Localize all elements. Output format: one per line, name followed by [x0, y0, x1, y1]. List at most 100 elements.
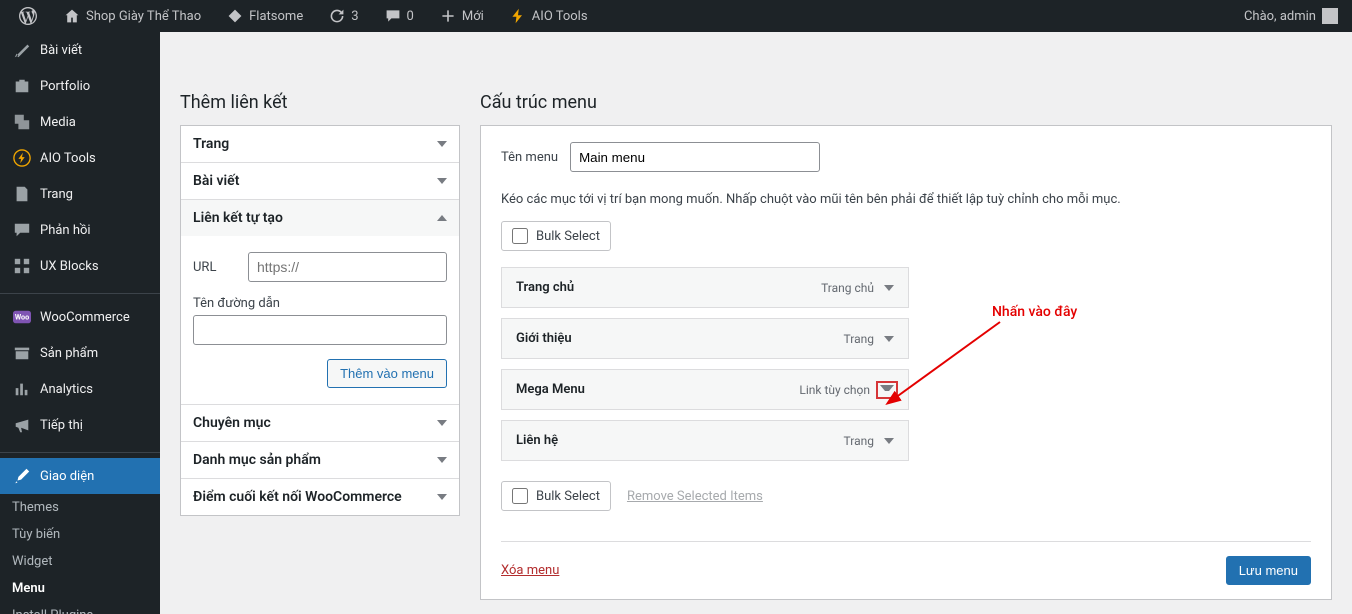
sidebar-separator: [0, 448, 160, 453]
menu-item-type: Trang: [844, 434, 874, 448]
accordion-title: Danh mục sản phẩm: [193, 452, 321, 468]
add-links-heading: Thêm liên kết: [180, 92, 460, 113]
admin-bar: Shop Giày Thể Thao Flatsome 3 0 Mới: [0, 0, 1352, 32]
menu-item[interactable]: Trang chủ Trang chủ: [501, 267, 909, 308]
chevron-down-icon: [437, 420, 447, 426]
sidebar-item-pages[interactable]: Trang: [0, 176, 160, 212]
megaphone-icon: [12, 415, 32, 435]
chevron-down-icon[interactable]: [884, 336, 894, 342]
flatsome-label: Flatsome: [249, 9, 303, 24]
sidebar-item-analytics[interactable]: Analytics: [0, 371, 160, 407]
site-name[interactable]: Shop Giày Thể Thao: [54, 0, 209, 32]
sidebar-item-comments[interactable]: Phản hồi: [0, 212, 160, 248]
comments-count: 0: [407, 9, 414, 24]
content-area: Thêm liên kết Trang Bài viết Li: [160, 32, 1352, 614]
add-to-menu-button[interactable]: Thêm vào menu: [327, 359, 447, 388]
url-input[interactable]: [248, 252, 447, 282]
chevron-down-icon: [437, 494, 447, 500]
menu-item-title: Liên hệ: [516, 433, 558, 448]
sidebar-item-uxblocks[interactable]: UX Blocks: [0, 248, 160, 284]
chevron-down-icon: [437, 141, 447, 147]
menu-structure-heading: Cấu trúc menu: [480, 92, 1332, 113]
aio-label: AIO Tools: [532, 9, 588, 24]
chevron-down-icon[interactable]: [884, 438, 894, 444]
admin-bar-account[interactable]: Chào, admin: [1244, 8, 1342, 24]
accordion-product-cats[interactable]: Danh mục sản phẩm: [181, 442, 459, 478]
brush-icon: [12, 466, 32, 486]
sidebar-item-aiotools[interactable]: AIO Tools: [0, 140, 160, 176]
site-name-label: Shop Giày Thể Thao: [86, 9, 201, 24]
sidebar-item-label: Giao diện: [40, 469, 94, 484]
remove-selected-link: Remove Selected Items: [627, 489, 763, 504]
bulk-select-checkbox[interactable]: [512, 488, 528, 504]
accordion-posts[interactable]: Bài viết: [181, 163, 459, 199]
menu-name-input[interactable]: [570, 142, 820, 172]
greeting: Chào, admin: [1244, 9, 1316, 24]
menu-item-title: Mega Menu: [516, 382, 585, 397]
sidebar-item-label: Bài viết: [40, 43, 82, 58]
accordion-wc-endpoints[interactable]: Điểm cuối kết nối WooCommerce: [181, 479, 459, 515]
chevron-up-icon: [437, 215, 447, 221]
linktext-input[interactable]: [193, 315, 447, 345]
new-content[interactable]: Mới: [430, 0, 492, 32]
help-text: Kéo các mục tới vị trí bạn mong muốn. Nh…: [501, 192, 1311, 207]
portfolio-icon: [12, 76, 32, 96]
comment-icon: [12, 220, 32, 240]
chevron-down-icon: [437, 178, 447, 184]
accordion-container: Trang Bài viết Liên kết tự tạo: [180, 125, 460, 516]
accordion-title: Điểm cuối kết nối WooCommerce: [193, 489, 402, 505]
menu-item-title: Trang chủ: [516, 280, 574, 295]
bulk-select-bottom[interactable]: Bulk Select: [501, 481, 611, 511]
submenu-widgets[interactable]: Widget: [0, 548, 160, 575]
menu-item-type: Link tùy chọn: [799, 383, 870, 397]
bulk-select-checkbox[interactable]: [512, 228, 528, 244]
menu-footer-actions: Xóa menu Lưu menu: [501, 541, 1311, 599]
sidebar-item-posts[interactable]: Bài viết: [0, 32, 160, 68]
wordpress-icon: [18, 6, 38, 26]
sidebar-item-label: AIO Tools: [40, 151, 96, 166]
submenu-menus[interactable]: Menu: [0, 575, 160, 602]
comments-item[interactable]: 0: [375, 0, 422, 32]
bulk-select-top[interactable]: Bulk Select: [501, 221, 611, 251]
bulk-select-label: Bulk Select: [536, 489, 600, 504]
chevron-down-icon: [437, 457, 447, 463]
sidebar-item-portfolio[interactable]: Portfolio: [0, 68, 160, 104]
sidebar-item-label: WooCommerce: [40, 310, 130, 325]
sidebar-item-appearance[interactable]: Giao diện: [0, 458, 160, 494]
url-label: URL: [193, 260, 236, 275]
updates-item[interactable]: 3: [319, 0, 366, 32]
menu-item[interactable]: Mega Menu Link tùy chọn: [501, 369, 909, 410]
chart-icon: [12, 379, 32, 399]
sidebar-item-label: Portfolio: [40, 79, 90, 94]
accordion-categories[interactable]: Chuyên mục: [181, 405, 459, 441]
submenu-install-plugins[interactable]: Install Plugins: [0, 602, 160, 614]
sidebar-item-products[interactable]: Sản phẩm: [0, 335, 160, 371]
menu-item[interactable]: Liên hệ Trang: [501, 420, 909, 461]
sidebar-item-woocommerce[interactable]: Woo WooCommerce: [0, 299, 160, 335]
accordion-title: Bài viết: [193, 173, 239, 189]
chevron-down-icon[interactable]: [884, 285, 894, 291]
aio-tools-bar[interactable]: AIO Tools: [500, 0, 596, 32]
linktext-label: Tên đường dẫn: [193, 296, 447, 311]
delete-menu-link[interactable]: Xóa menu: [501, 563, 559, 578]
menu-item-type: Trang: [844, 332, 874, 346]
menu-item[interactable]: Giới thiệu Trang: [501, 318, 909, 359]
sidebar-item-media[interactable]: Media: [0, 104, 160, 140]
admin-sidebar: Bài viết Portfolio Media AIO Tools Trang…: [0, 32, 160, 614]
sidebar-item-label: Media: [40, 115, 76, 130]
submenu-customize[interactable]: Tùy biến: [0, 521, 160, 548]
archive-icon: [12, 343, 32, 363]
wp-logo[interactable]: [10, 0, 46, 32]
menu-name-label: Tên menu: [501, 150, 558, 165]
accordion-pages[interactable]: Trang: [181, 126, 459, 162]
flatsome-item[interactable]: Flatsome: [217, 0, 311, 32]
sidebar-item-label: Sản phẩm: [40, 346, 98, 361]
menu-item-title: Giới thiệu: [516, 331, 572, 346]
sidebar-item-marketing[interactable]: Tiếp thị: [0, 407, 160, 443]
submenu-themes[interactable]: Themes: [0, 494, 160, 521]
chevron-down-icon[interactable]: [880, 385, 894, 395]
updates-count: 3: [351, 9, 358, 24]
save-menu-button[interactable]: Lưu menu: [1226, 556, 1311, 585]
sidebar-item-label: Phản hồi: [40, 223, 91, 238]
accordion-custom-links[interactable]: Liên kết tự tạo: [181, 200, 459, 236]
